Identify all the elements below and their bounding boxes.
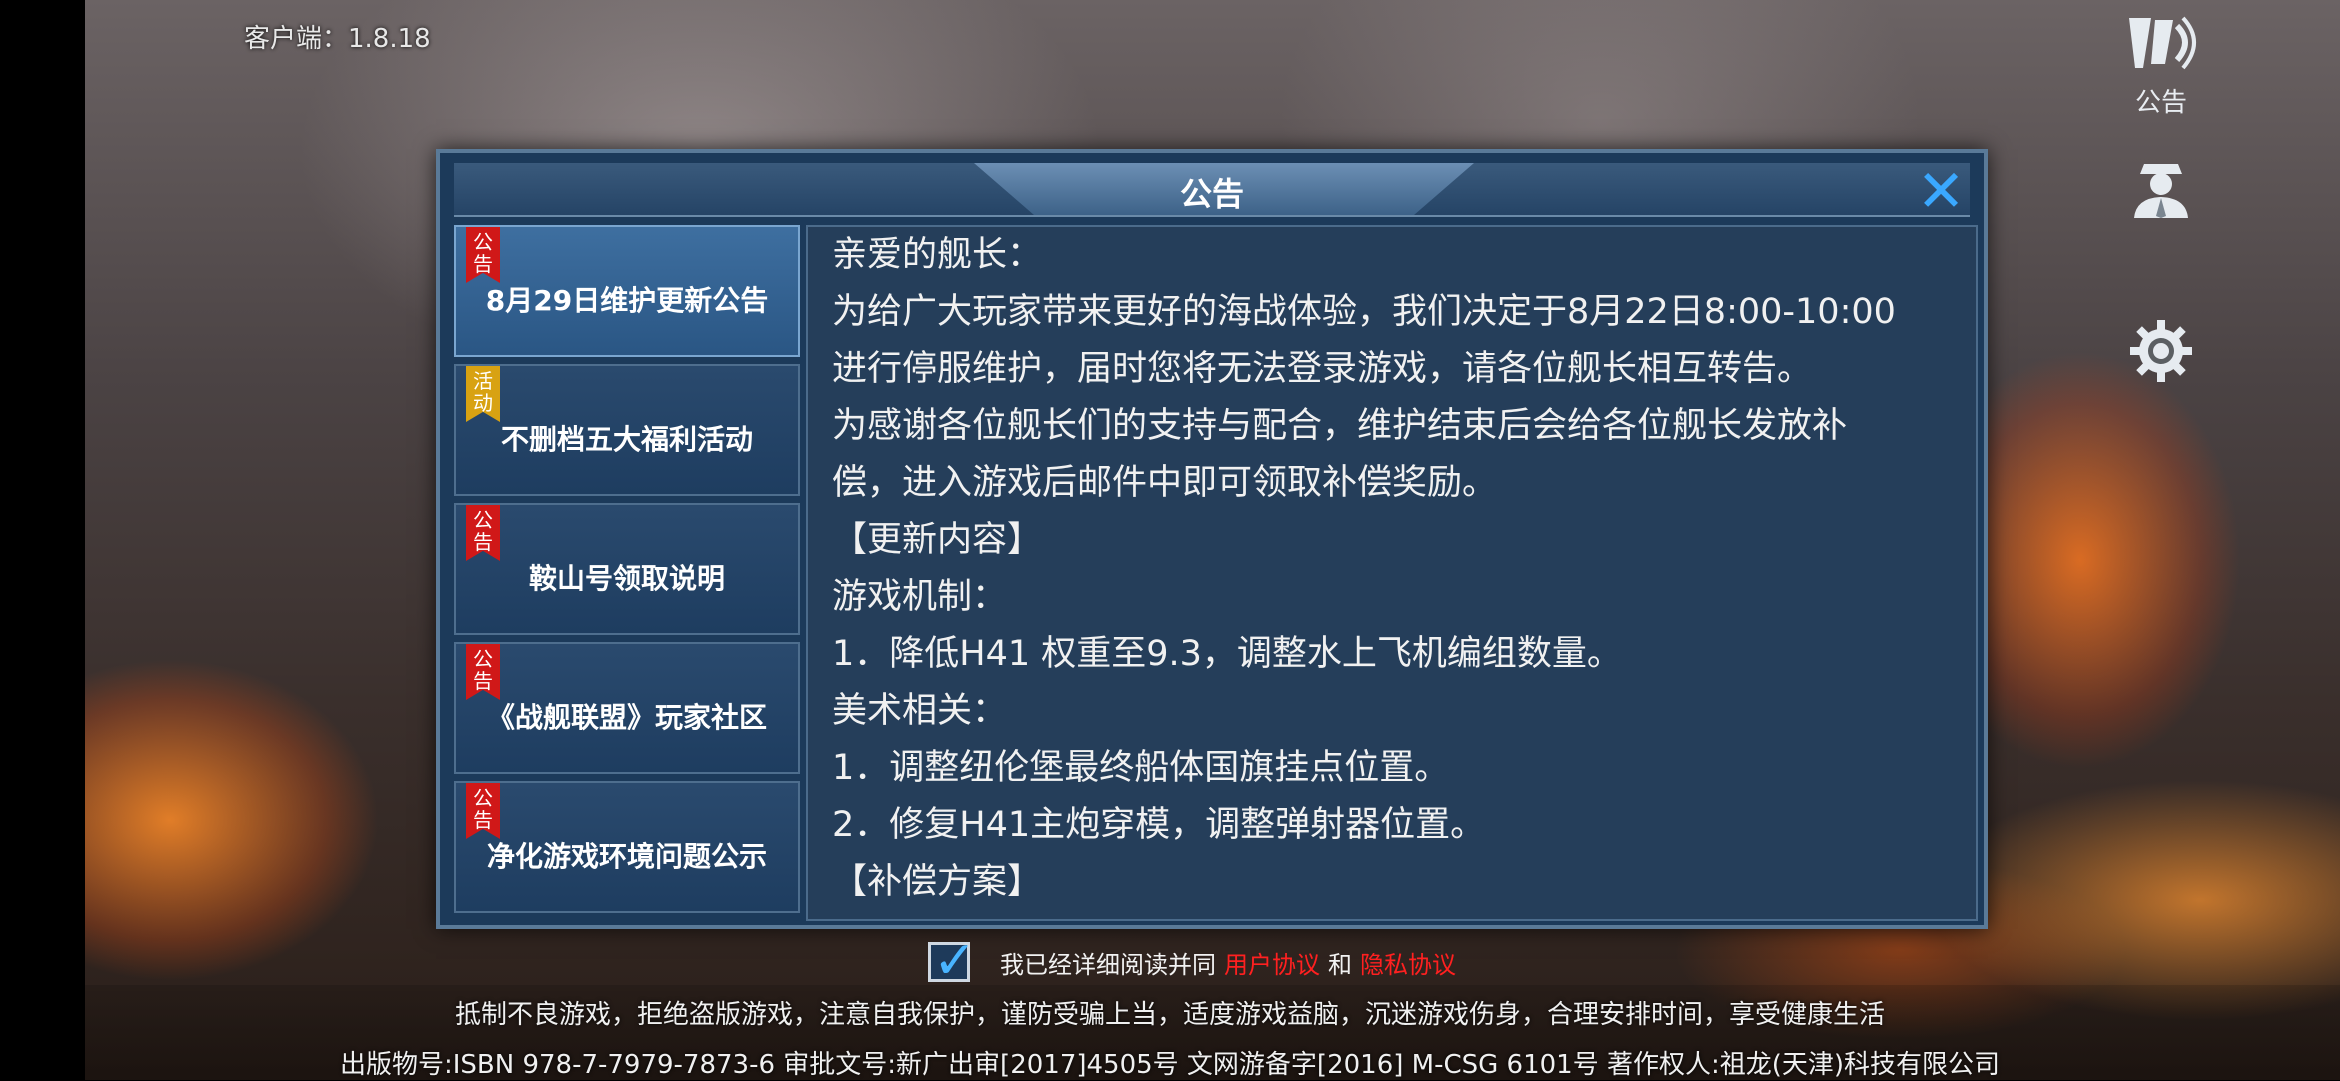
content-line: 2．修复H41主炮穿模，调整弹射器位置。 xyxy=(832,805,1486,845)
tag-ribbon: 公告 xyxy=(466,505,500,561)
content-line: 【补偿方案】 xyxy=(832,862,1043,902)
list-item-maintenance[interactable]: 公告 8月29日维护更新公告 xyxy=(454,225,800,357)
announcement-content[interactable]: 亲爱的舰长： 为给广大玩家带来更好的海战体验，我们决定于8月22日8:00-10… xyxy=(806,225,1978,921)
list-item-community[interactable]: 公告 《战舰联盟》玩家社区 xyxy=(454,642,800,774)
agreement-and: 和 xyxy=(1328,950,1352,979)
content-line: 为给广大玩家带来更好的海战体验，我们决定于8月22日8:00-10:00 xyxy=(832,292,1896,332)
dialog-header: 公告 ✕ xyxy=(454,162,1970,220)
content-line: 为感谢各位舰长们的支持与配合，维护结束后会给各位舰长发放补 xyxy=(832,406,1848,446)
list-item-title: 不删档五大福利活动 xyxy=(500,423,753,456)
dialog-title: 公告 xyxy=(1179,175,1244,213)
privacy-policy-link[interactable]: 隐私协议 xyxy=(1360,945,1456,980)
tag-ribbon: 公告 xyxy=(466,644,500,700)
announcement-dialog: 公告 ✕ 公告 8月29日维护更新公告 活动 不删档五大福利活动 公告 鞍山号领… xyxy=(436,149,1988,929)
checkmark-icon: ✓ xyxy=(933,931,977,991)
announcement-label: 公告 xyxy=(2134,88,2187,118)
game-logo-icon xyxy=(2129,16,2196,70)
content-line: 游戏机制： xyxy=(832,577,1008,617)
agreement-text: 我已经详细阅读并同 xyxy=(1000,950,1216,979)
content-line: 【更新内容】 xyxy=(832,520,1043,560)
list-item-environment[interactable]: 公告 净化游戏环境问题公示 xyxy=(454,781,800,913)
captain-avatar-icon xyxy=(2134,164,2188,218)
list-item-anshan[interactable]: 公告 鞍山号领取说明 xyxy=(454,503,800,635)
agreement-row: ✓ 我已经详细阅读并同 用户协议 和 隐私协议 xyxy=(928,931,1464,991)
close-button[interactable]: ✕ xyxy=(1916,162,1966,220)
content-line: 偿，进入游戏后邮件中即可领取补偿奖励。 xyxy=(832,463,1498,503)
tag-ribbon: 公告 xyxy=(466,783,500,839)
list-item-title: 《战舰联盟》玩家社区 xyxy=(486,701,767,734)
tag-ribbon: 活动 xyxy=(466,366,500,422)
agreement-checkbox[interactable]: ✓ xyxy=(928,931,977,991)
list-item-title: 鞍山号领取说明 xyxy=(528,562,725,595)
content-line: 进行停服维护，届时您将无法登录游戏，请各位舰长相互转告。 xyxy=(832,349,1813,389)
announcement-button[interactable]: 公告 xyxy=(2111,12,2211,119)
tag-ribbon: 公告 xyxy=(466,227,500,283)
content-line: 1．降低H41 权重至9.3，调整水上飞机编组数量。 xyxy=(832,634,1622,674)
list-item-title: 净化游戏环境问题公示 xyxy=(486,840,767,873)
user-agreement-link[interactable]: 用户协议 xyxy=(1224,945,1320,980)
settings-button[interactable] xyxy=(2111,318,2211,388)
list-item-title: 8月29日维护更新公告 xyxy=(485,284,769,317)
client-version: 客户端：1.8.18 xyxy=(244,24,431,54)
health-notice: 抵制不良游戏，拒绝盗版游戏，注意自我保护，谨防受骗上当，适度游戏益脑，沉迷游戏伤… xyxy=(454,1000,1885,1030)
content-line: 亲爱的舰长： xyxy=(832,235,1043,275)
list-item-welfare[interactable]: 活动 不删档五大福利活动 xyxy=(454,364,800,496)
left-black-bar xyxy=(0,0,85,1080)
gear-icon xyxy=(2130,320,2192,382)
profile-button[interactable] xyxy=(2111,150,2211,224)
announcement-list: 公告 8月29日维护更新公告 活动 不删档五大福利活动 公告 鞍山号领取说明 公… xyxy=(454,225,800,915)
close-icon: ✕ xyxy=(1916,157,1966,225)
content-line: 美术相关： xyxy=(832,691,1008,731)
license-info: 出版物号:ISBN 978-7-7979-7873-6 审批文号:新广出审[20… xyxy=(339,1050,2001,1080)
content-line: 1．调整纽伦堡最终船体国旗挂点位置。 xyxy=(832,748,1450,788)
